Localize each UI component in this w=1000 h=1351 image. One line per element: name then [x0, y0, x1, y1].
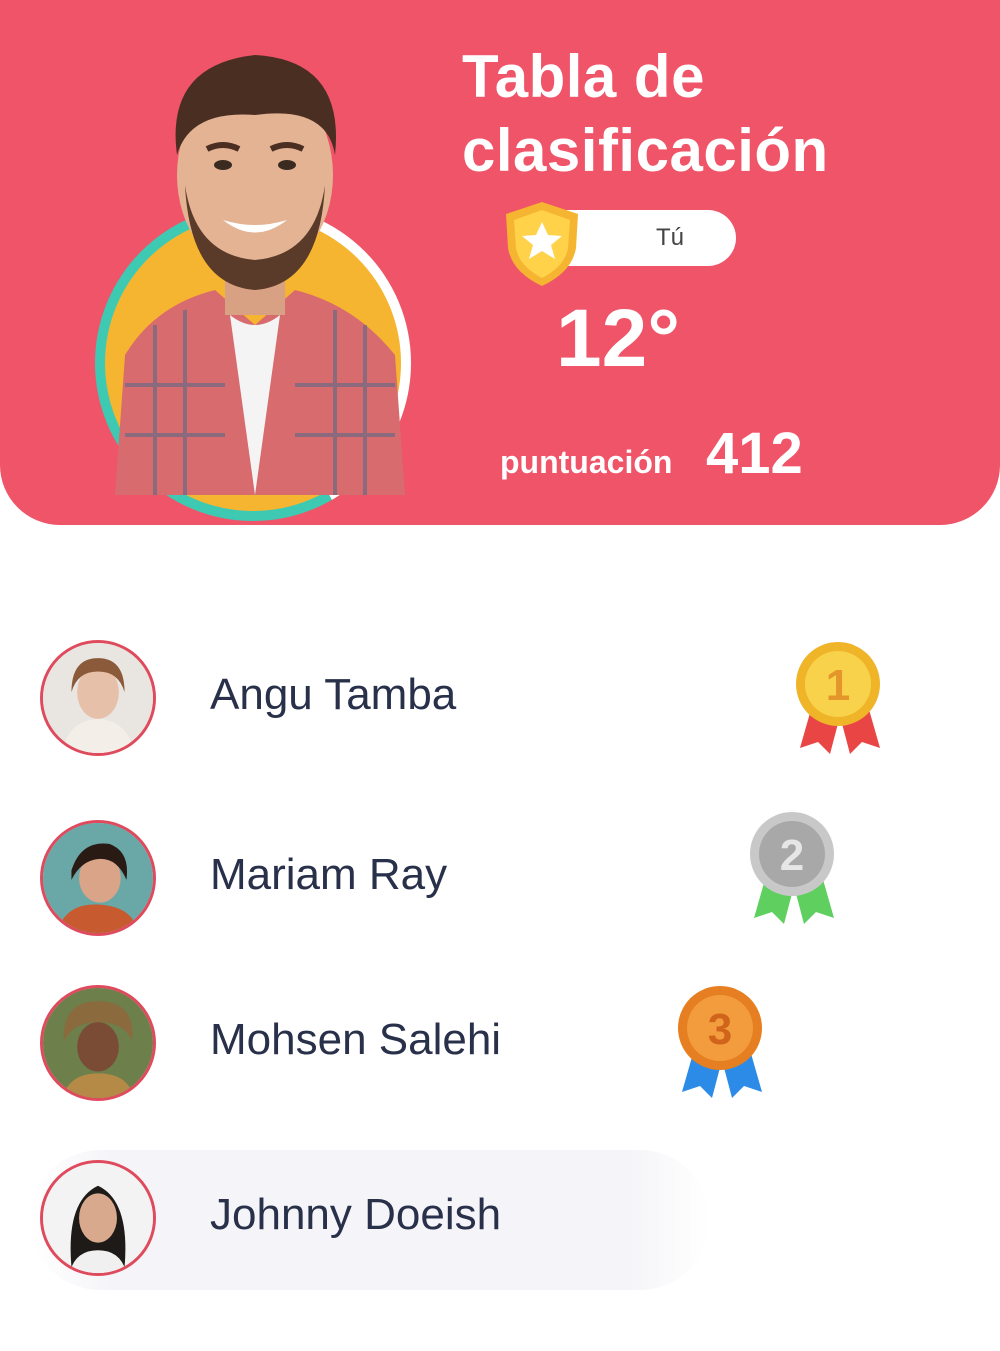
player-name: Mohsen Salehi — [210, 1015, 502, 1064]
leaderboard-row-current-user[interactable]: Johnny Doeish — [30, 1150, 710, 1290]
medal-number: 3 — [708, 1005, 732, 1054]
player-name: Angu Tamba — [210, 670, 457, 719]
medal-number: 1 — [826, 661, 850, 710]
user-hero-photo — [95, 25, 415, 521]
avatar — [40, 820, 156, 936]
leaderboard-row[interactable]: Mariam Ray — [30, 810, 710, 950]
user-avatar-image — [115, 55, 405, 495]
star-shield-icon — [506, 202, 578, 286]
medal-number: 2 — [780, 831, 804, 880]
leaderboard-header: Tabla de clasificación Tú 12° puntuación… — [0, 0, 1000, 525]
title-line-2: clasificación — [462, 117, 829, 184]
title-line-1: Tabla de — [462, 43, 705, 110]
page-title: Tabla de clasificación — [462, 40, 829, 188]
avatar — [40, 1160, 156, 1276]
bronze-medal-icon: 3 — [678, 986, 762, 1098]
user-rank: 12° — [556, 293, 681, 384]
silver-medal-icon: 2 — [750, 812, 834, 924]
player-name: Johnny Doeish — [210, 1190, 502, 1239]
avatar — [40, 985, 156, 1101]
score-value: 412 — [706, 421, 803, 486]
leaderboard-row[interactable]: Angu Tamba — [30, 630, 710, 770]
avatar — [40, 640, 156, 756]
gold-medal-icon: 1 — [796, 642, 880, 754]
leaderboard-row[interactable]: Mohsen Salehi — [30, 975, 710, 1115]
you-label: Tú — [655, 224, 684, 251]
score-label: puntuación — [500, 444, 673, 480]
player-name: Mariam Ray — [210, 850, 448, 899]
